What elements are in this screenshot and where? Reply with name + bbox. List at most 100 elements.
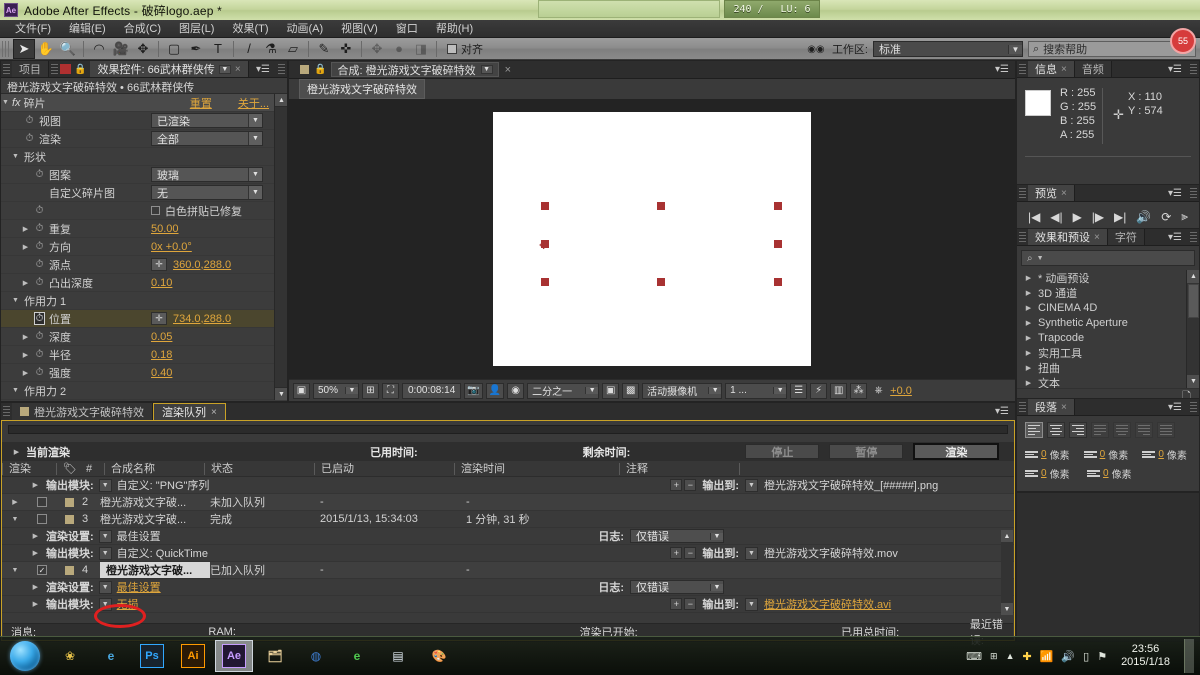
effects-category-item[interactable]: ▶ * 动画预设: [1017, 270, 1199, 285]
output-module-row[interactable]: ▶ 输出模块: ▼ 自定义: QuickTime + − 输出到: ▼ 橙光游戏文字破碎特效.m…: [2, 545, 1014, 562]
disclosure-triangle-icon[interactable]: ▶: [1024, 334, 1033, 342]
property-dropdown[interactable]: 已渲染 ▼: [151, 113, 263, 128]
selection-tool[interactable]: ➤: [13, 38, 35, 59]
add-remove-module-buttons[interactable]: + −: [670, 479, 697, 491]
log-select[interactable]: 仅错误 ▼: [630, 580, 724, 594]
panel-grip-2[interactable]: [1190, 402, 1197, 412]
effect-property-value[interactable]: 0.10: [151, 277, 172, 289]
property-dropdown[interactable]: 无 ▼: [151, 185, 263, 200]
disclosure-triangle-icon[interactable]: ▶: [21, 279, 30, 287]
output-module-row[interactable]: ▶ 输出模块: ▼ 自定义: "PNG"序列 + − 输出到: ▼ 橙光游戏文字破碎特效_[##…: [2, 477, 1014, 494]
stopwatch-icon[interactable]: ⏱: [34, 169, 45, 180]
panel-grip-2[interactable]: [1190, 188, 1197, 198]
chevron-down-icon[interactable]: ▼: [98, 547, 112, 560]
stopwatch-icon[interactable]: ⏱: [34, 205, 45, 216]
render-item-checkbox[interactable]: [37, 497, 47, 507]
close-icon[interactable]: ×: [1061, 402, 1067, 413]
panel-menu-icon[interactable]: ▾☰: [989, 403, 1015, 420]
pan-behind-tool[interactable]: ✥: [132, 39, 154, 59]
composition-viewer[interactable]: ✥: [289, 99, 1015, 379]
stopwatch-icon[interactable]: ⏱: [34, 331, 45, 342]
remove-module-icon[interactable]: −: [684, 479, 697, 491]
disclosure-triangle-icon[interactable]: ▶: [21, 225, 30, 233]
lock-icon[interactable]: 🔒: [314, 64, 326, 75]
effect-property-row[interactable]: ⏱ 视图 已渲染 ▼: [1, 112, 287, 130]
signal-icon[interactable]: 📶: [1040, 650, 1054, 663]
property-dropdown[interactable]: 玻璃 ▼: [151, 167, 263, 182]
disclosure-triangle-icon[interactable]: ▶: [2, 481, 46, 489]
close-icon[interactable]: ×: [1061, 64, 1067, 75]
battery-icon[interactable]: ▯: [1083, 650, 1089, 663]
tab-audio[interactable]: 音频: [1074, 61, 1112, 77]
taskbar-360-browser[interactable]: e: [338, 640, 376, 672]
magnification-select[interactable]: 50% ▼: [313, 382, 359, 399]
chevron-down-icon[interactable]: ▼: [585, 387, 599, 394]
reset-link[interactable]: 重置: [190, 95, 212, 111]
scrollbar-thumb[interactable]: [1188, 284, 1199, 318]
justify-all-button[interactable]: [1157, 422, 1175, 438]
panel-menu-icon[interactable]: ▾☰: [250, 61, 276, 77]
paragraph-indent-right-field[interactable]: 0 像素: [1025, 466, 1077, 481]
render-item-comp-name[interactable]: 橙光游戏文字破...: [100, 511, 210, 527]
property-number[interactable]: 0.40: [151, 367, 172, 379]
play-icon[interactable]: ▶: [1073, 210, 1082, 224]
effect-property-row[interactable]: ▶ ⏱ 重复 50.00: [1, 220, 287, 238]
start-button[interactable]: [3, 639, 47, 673]
paragraph-value[interactable]: 0: [1158, 449, 1164, 460]
effects-category-item[interactable]: ▶ 扭曲: [1017, 360, 1199, 375]
menu-item-1[interactable]: 编辑(E): [60, 20, 115, 38]
effects-category-item[interactable]: ▶ CINEMA 4D: [1017, 300, 1199, 315]
taskbar-photoshop[interactable]: Ps: [133, 640, 171, 672]
property-number[interactable]: 0.18: [151, 349, 172, 361]
exposure-value[interactable]: +0.0: [890, 385, 912, 397]
tab-composition[interactable]: 合成: 橙光游戏文字破碎特效 ▼: [331, 62, 499, 77]
effect-property-value[interactable]: 0.18: [151, 349, 172, 361]
chevron-down-icon[interactable]: ▼: [745, 546, 758, 560]
disclosure-triangle-icon[interactable]: ▶: [1024, 319, 1033, 327]
chevron-down-icon[interactable]: ▼: [98, 479, 112, 492]
rotation-tool[interactable]: ◠: [88, 39, 110, 59]
column-tag-icon[interactable]: 🏷: [56, 462, 80, 475]
panel-grip[interactable]: [3, 406, 10, 417]
menu-item-4[interactable]: 效果(T): [223, 20, 277, 38]
output-to-value[interactable]: 橙光游戏文字破碎特效.mov: [764, 545, 1014, 561]
column-comp-name[interactable]: 合成名称: [104, 462, 204, 475]
panel-menu-icon[interactable]: ▾☰: [1162, 229, 1188, 245]
effect-property-value[interactable]: 0.40: [151, 367, 172, 379]
taskbar-media-player[interactable]: ❀: [51, 640, 89, 672]
panel-grip[interactable]: [3, 64, 10, 74]
column-render[interactable]: 渲染: [2, 462, 56, 475]
tab-paragraph[interactable]: 段落 ×: [1028, 399, 1075, 415]
chevron-down-icon[interactable]: ▼: [218, 64, 231, 74]
views-select[interactable]: 1 ... ▼: [725, 382, 788, 399]
output-to-value[interactable]: 橙光游戏文字破碎特效_[#####].png: [764, 477, 1014, 493]
comp-flowchart-icon[interactable]: ⁂: [850, 382, 868, 399]
effects-category-list[interactable]: ▶ * 动画预设 ▶ 3D 通道 ▶ CINEMA 4D ▶ Synthetic Apertu…: [1017, 270, 1199, 388]
panel-menu-icon[interactable]: ▾☰: [989, 64, 1015, 75]
type-tool[interactable]: T: [207, 39, 229, 59]
clone-stamp-tool[interactable]: ⚗: [260, 39, 282, 59]
mute-icon[interactable]: 🔊: [1136, 210, 1151, 224]
taskbar-illustrator[interactable]: Ai: [174, 640, 212, 672]
taskbar-internet-explorer[interactable]: e: [92, 640, 130, 672]
chevron-down-icon[interactable]: ▼: [1008, 44, 1022, 54]
panel-menu-icon[interactable]: ▾☰: [1162, 61, 1188, 77]
chevron-down-icon[interactable]: ▼: [480, 65, 493, 74]
puppet-pin-tool[interactable]: ✜: [335, 39, 357, 59]
output-module-value[interactable]: 自定义: QuickTime: [117, 545, 208, 561]
mask-shape-icon[interactable]: ◨: [410, 39, 432, 59]
ram-preview-icon[interactable]: ⫸: [1181, 209, 1188, 224]
disclosure-triangle-icon[interactable]: ▶: [1024, 304, 1033, 312]
disclosure-triangle-icon[interactable]: ▶: [1024, 289, 1033, 297]
render-queue-item-row[interactable]: ▼ 3 橙光游戏文字破... 完成 2015/1/13, 15:34:03 1 分钟, 3…: [2, 511, 1014, 528]
align-left-button[interactable]: [1025, 422, 1043, 438]
effects-category-item[interactable]: ▶ Synthetic Aperture: [1017, 315, 1199, 330]
grid-guides-icon[interactable]: ⊞: [362, 382, 379, 399]
previous-frame-icon[interactable]: ◀|: [1050, 210, 1062, 224]
panel-grip[interactable]: [1019, 232, 1026, 242]
disclosure-triangle-icon[interactable]: ▶: [2, 498, 28, 506]
taskbar-notes[interactable]: ▤: [379, 640, 417, 672]
network-icon[interactable]: ⊞: [990, 651, 998, 662]
chevron-down-icon[interactable]: ▼: [98, 530, 112, 543]
about-link[interactable]: 关于...: [238, 95, 269, 111]
